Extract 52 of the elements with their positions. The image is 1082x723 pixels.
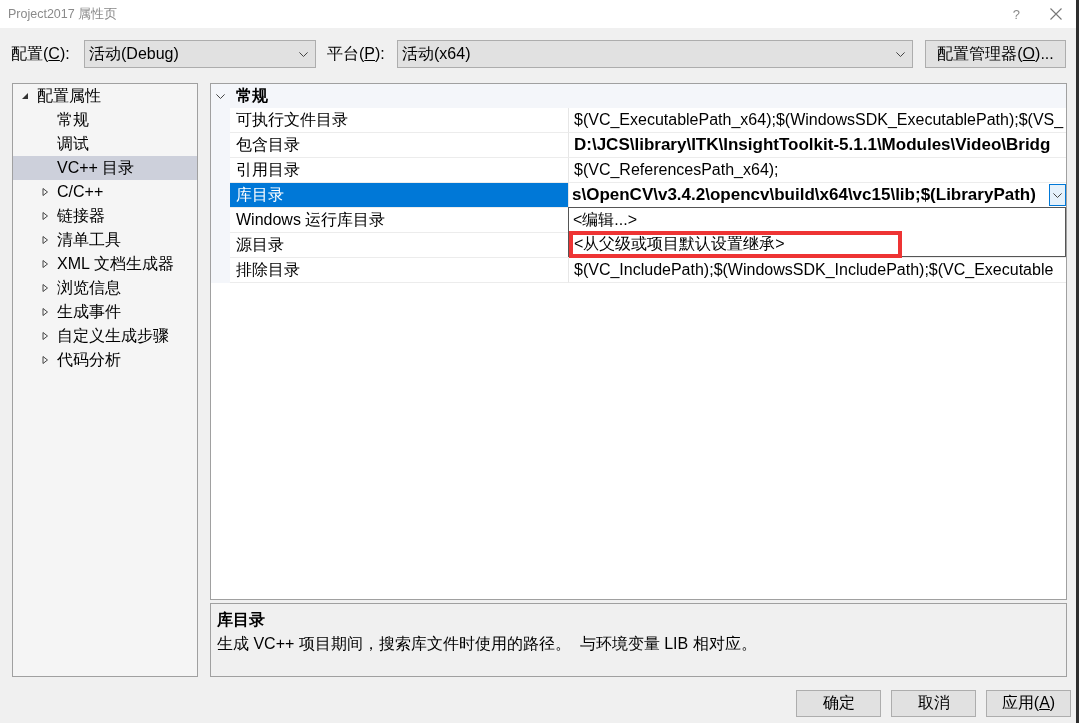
close-icon[interactable] — [1050, 8, 1062, 20]
property-name[interactable]: 可执行文件目录 — [230, 108, 569, 133]
property-name[interactable]: Windows 运行库目录 — [230, 208, 569, 233]
collapsed-triangle-icon[interactable] — [41, 284, 49, 292]
property-name[interactable]: 包含目录 — [230, 133, 569, 158]
collapsed-triangle-icon[interactable] — [41, 332, 49, 340]
property-value: $(VC_ReferencesPath_x64); — [573, 161, 779, 179]
tree-item[interactable]: 生成事件 — [13, 300, 197, 324]
collapsed-triangle-icon[interactable] — [41, 212, 49, 220]
window-title: Project2017 属性页 — [8, 5, 118, 23]
dialog-button[interactable]: 应用(A) — [986, 690, 1071, 717]
help-button[interactable]: ? — [1012, 6, 1020, 22]
collapsed-triangle-icon[interactable] — [41, 188, 49, 196]
tree-item[interactable]: 链接器 — [13, 204, 197, 228]
collapsed-triangle-icon[interactable] — [41, 356, 49, 364]
collapsed-triangle-icon[interactable] — [41, 260, 49, 268]
property-value: $(VC_IncludePath);$(WindowsSDK_IncludePath);$(VC_Executable — [573, 261, 1054, 279]
description-title: 库目录 — [217, 610, 266, 630]
collapsed-triangle-icon[interactable] — [41, 308, 49, 316]
configuration-label: 配置(C): — [11, 43, 71, 64]
platform-label: 平台(P): — [327, 43, 386, 64]
tree-item[interactable]: 自定义生成步骤 — [13, 324, 197, 348]
tree-item[interactable]: 清单工具 — [13, 228, 197, 252]
property-name[interactable]: 源目录 — [230, 233, 569, 258]
dropdown-option[interactable]: <编辑...> — [573, 209, 638, 231]
tree-item[interactable]: XML 文档生成器 — [13, 252, 197, 276]
property-value-input[interactable]: s\OpenCV\v3.4.2\opencv\build\x64\vc15\lib;$(LibraryPath) — [569, 185, 1049, 205]
configuration-dropdown[interactable]: 活动(Debug) — [84, 40, 316, 68]
expanded-triangle-icon[interactable] — [21, 92, 29, 100]
chevron-down-icon — [299, 51, 308, 57]
tree-item[interactable]: 常规 — [13, 108, 197, 132]
property-value: $(VC_ExecutablePath_x64);$(WindowsSDK_ExecutablePath);$(VS_ — [573, 111, 1064, 129]
tree-item[interactable]: VC++ 目录 — [13, 156, 197, 180]
property-value: D:\JCS\library\ITK\InsightToolkit-5.1.1\Modules\Video\Bridg — [573, 135, 1051, 155]
category-header[interactable]: 常规 — [230, 85, 268, 107]
property-name[interactable]: 库目录 — [230, 183, 569, 208]
platform-dropdown[interactable]: 活动(x64) — [397, 40, 913, 68]
tree-item[interactable]: 浏览信息 — [13, 276, 197, 300]
dialog-button[interactable]: 确定 — [796, 690, 881, 717]
tree-item[interactable]: C/C++ — [13, 180, 197, 204]
tree-item[interactable]: 代码分析 — [13, 348, 197, 372]
description-text: 生成 VC++ 项目期间，搜索库文件时使用的路径。 与环境变量 LIB 相对应。 — [217, 634, 758, 654]
chevron-down-icon — [1053, 192, 1062, 198]
dropdown-button[interactable] — [1049, 184, 1066, 206]
tree-item[interactable]: 调试 — [13, 132, 197, 156]
tree-item[interactable]: 配置属性 — [13, 84, 197, 108]
collapsed-triangle-icon[interactable] — [41, 236, 49, 244]
dialog-button[interactable]: 取消 — [891, 690, 976, 717]
property-name[interactable]: 排除目录 — [230, 258, 569, 283]
chevron-down-icon — [896, 51, 905, 57]
dropdown-option[interactable]: <从父级或项目默认设置继承> — [574, 234, 785, 255]
configuration-manager-button[interactable]: 配置管理器(O)... — [925, 40, 1066, 68]
